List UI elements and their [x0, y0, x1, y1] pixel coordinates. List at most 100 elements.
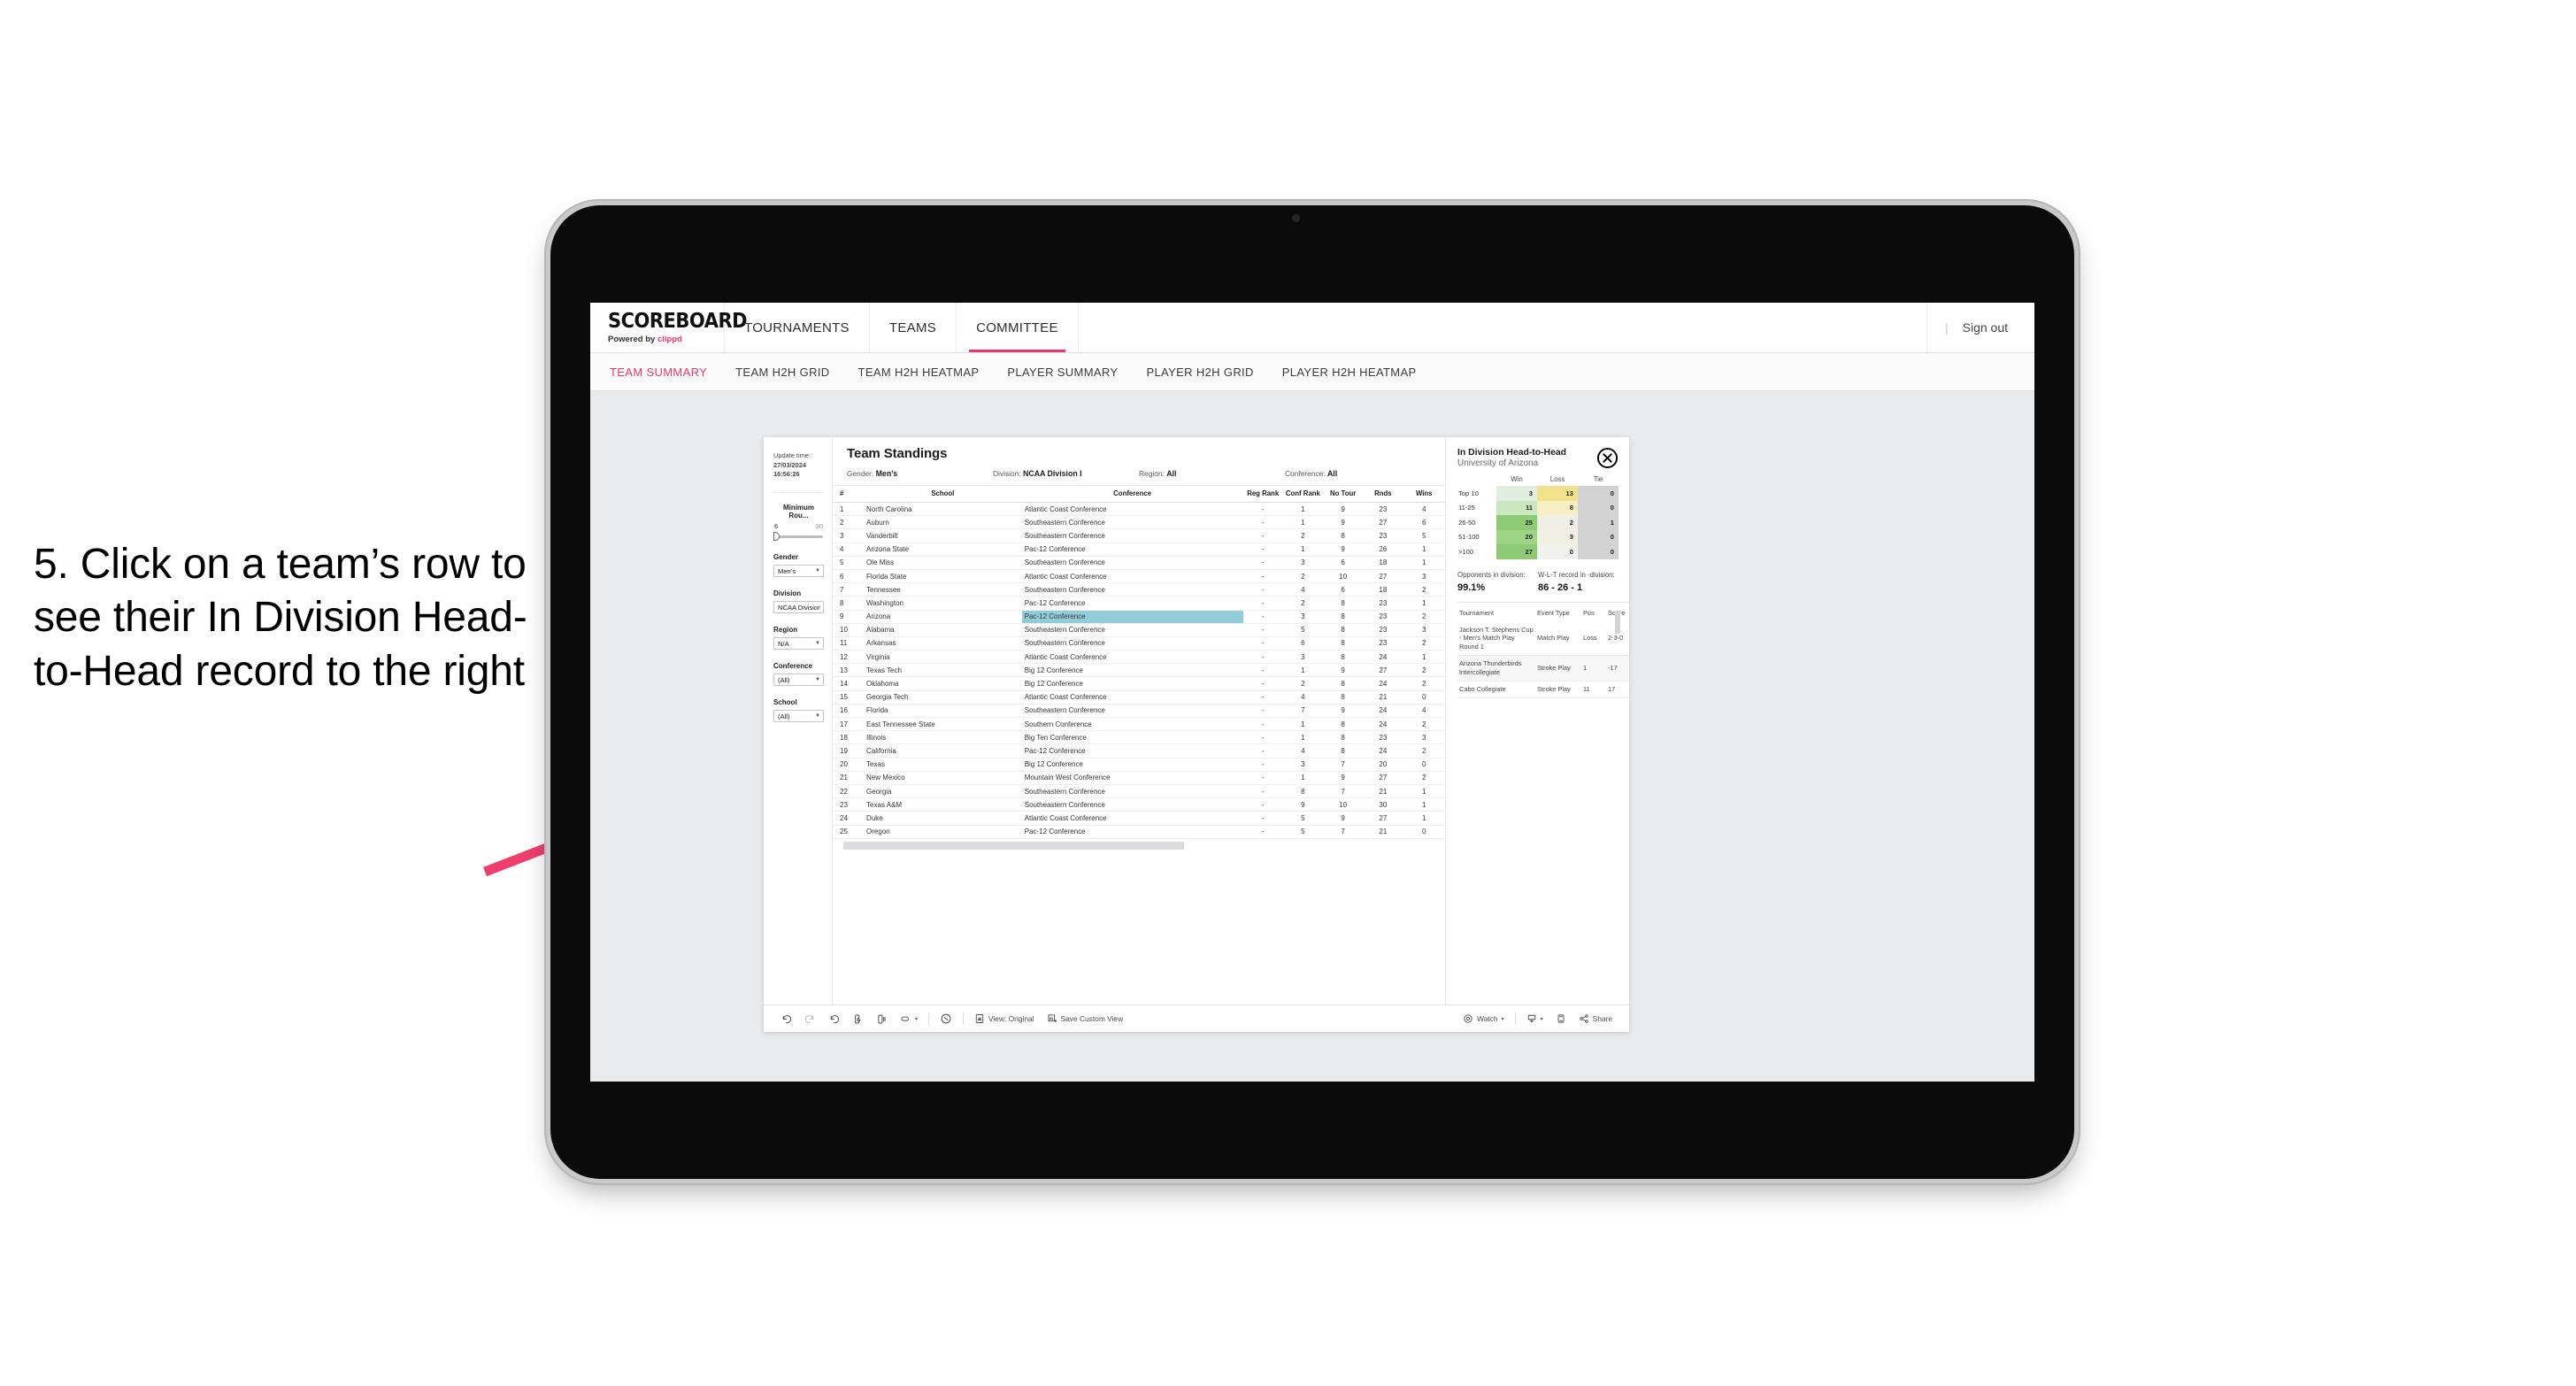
col-rank[interactable]: # — [833, 486, 865, 503]
filter-school-select[interactable]: (All) ▼ — [773, 710, 824, 723]
table-row[interactable]: 9 Arizona Pac-12 Conference -3 8 23 2 — [833, 610, 1445, 624]
table-row[interactable]: 22 Georgia Southeastern Conference -8 7 21 1 — [833, 784, 1445, 799]
cell-conf-rank: 1 — [1282, 730, 1323, 745]
cell-no-tour: 7 — [1323, 784, 1364, 799]
h2h-cell-tie: 0 — [1578, 529, 1619, 544]
redo-button[interactable] — [798, 1013, 822, 1025]
help-button[interactable] — [934, 1013, 958, 1025]
table-row[interactable]: 16 Florida Southeastern Conference -7 9 24 4 — [833, 704, 1445, 719]
nav-item-teams[interactable]: TEAMS — [870, 303, 957, 352]
brand-logo[interactable]: SCOREBOARD Powered by clippd — [590, 303, 748, 352]
cell-conf-rank: 4 — [1282, 690, 1323, 705]
table-row[interactable]: 14 Oklahoma Big 12 Conference -2 8 24 2 — [833, 676, 1445, 691]
revert-button[interactable] — [822, 1013, 846, 1025]
cell-school: Florida State — [864, 569, 1022, 584]
tab-player-summary[interactable]: PLAYER SUMMARY — [1007, 366, 1118, 379]
cell-school: Arizona — [864, 610, 1022, 624]
tab-team-summary[interactable]: TEAM SUMMARY — [610, 366, 707, 379]
horizontal-scrollbar[interactable] — [833, 838, 1445, 850]
close-circle-icon[interactable] — [1596, 447, 1619, 469]
refresh-data-button[interactable] — [846, 1013, 870, 1025]
scrollbar-thumb[interactable] — [843, 841, 1185, 850]
cell-school: Auburn — [864, 515, 1022, 530]
col-wins[interactable]: Wins — [1403, 486, 1445, 503]
list-item[interactable]: Arizona Thunderbirds Intercollegiate Stro… — [1457, 655, 1629, 682]
table-row[interactable]: 1 North Carolina Atlantic Coast Conference… — [833, 502, 1445, 517]
breadcrumb-gender-value: Men’s — [875, 469, 898, 478]
highlight-button[interactable]: ▾ — [894, 1013, 924, 1025]
table-row[interactable]: 6 Florida State Atlantic Coast Conference -… — [833, 569, 1445, 584]
table-row[interactable]: 8 Washington Pac-12 Conference -2 8 23 1 — [833, 596, 1445, 611]
cell-school: Virginia — [864, 650, 1022, 665]
cell-wins: 2 — [1403, 663, 1445, 678]
table-row[interactable]: 21 New Mexico Mountain West Conference -1 9 2… — [833, 771, 1445, 785]
tab-team-h2h-heatmap[interactable]: TEAM H2H HEATMAP — [858, 366, 980, 379]
filter-gender-select[interactable]: Men’s ▼ — [773, 565, 824, 578]
table-row[interactable]: 3 Vanderbilt Southeastern Conference -2 8 23 5 — [833, 528, 1445, 543]
filter-conference-select[interactable]: (All) ▼ — [773, 674, 824, 687]
table-row[interactable]: 15 Georgia Tech Atlantic Coast Conference -… — [833, 690, 1445, 705]
tab-player-h2h-grid[interactable]: PLAYER H2H GRID — [1146, 366, 1253, 379]
table-row[interactable]: 5 Ole Miss Southeastern Conference -3 6 18 1 — [833, 556, 1445, 570]
cell-conf-rank: 1 — [1282, 515, 1323, 530]
table-row[interactable]: 17 East Tennessee State Southern Conferenc… — [833, 717, 1445, 732]
table-row[interactable]: 18 Illinois Big Ten Conference -1 8 23 3 — [833, 730, 1445, 745]
watch-button[interactable]: Watch ▾ — [1457, 1013, 1510, 1024]
cell-rnds: 30 — [1363, 797, 1403, 812]
table-row[interactable]: 10 Alabama Southeastern Conference -5 8 23 3 — [833, 623, 1445, 637]
list-item[interactable]: Cabo Collegiate Stroke Play 11 17 — [1457, 681, 1629, 699]
undo-button[interactable] — [774, 1013, 798, 1025]
share-button[interactable]: Share — [1573, 1013, 1619, 1024]
col-no-tour[interactable]: No Tour — [1323, 486, 1364, 503]
table-row[interactable]: 12 Virginia Atlantic Coast Conference -3 8 24… — [833, 650, 1445, 665]
nav-item-committee[interactable]: COMMITTEE — [957, 303, 1079, 352]
h2h-row-label: 26-50 — [1458, 518, 1476, 527]
cell-reg-rank: - — [1242, 610, 1283, 624]
table-row[interactable]: 7 Tennessee Southeastern Conference -4 6 18 2 — [833, 582, 1445, 597]
min-rounds-slider[interactable] — [773, 532, 824, 542]
table-row[interactable]: 13 Texas Tech Big 12 Conference -1 9 27 2 — [833, 663, 1445, 678]
cell-conf-rank: 4 — [1282, 582, 1323, 597]
filter-division-label: Division — [773, 589, 802, 598]
save-custom-view-button[interactable]: Save Custom View — [1041, 1013, 1130, 1024]
nav-item-tournaments[interactable]: TOURNAMENTS — [725, 303, 870, 352]
col-reg-rank[interactable]: Reg Rank — [1242, 486, 1283, 503]
tab-player-h2h-heatmap[interactable]: PLAYER H2H HEATMAP — [1282, 366, 1417, 379]
download-button[interactable]: ▾ — [1520, 1013, 1549, 1024]
col-conf-rank[interactable]: Conf Rank — [1282, 486, 1323, 503]
table-row[interactable]: 4 Arizona State Pac-12 Conference -1 9 26 1 — [833, 543, 1445, 557]
h2h-col-loss: Loss — [1549, 475, 1565, 483]
table-row[interactable]: 19 California Pac-12 Conference -4 8 24 2 — [833, 743, 1445, 758]
cell-score: -17 — [1606, 655, 1629, 682]
tab-team-h2h-grid[interactable]: TEAM H2H GRID — [735, 366, 829, 379]
table-row[interactable]: 23 Texas A&M Southeastern Conference -9 10 30… — [833, 797, 1445, 812]
table-row[interactable]: 24 Duke Atlantic Coast Conference -5 9 27 1 — [833, 811, 1445, 826]
pause-updates-button[interactable] — [870, 1013, 894, 1025]
cell-event-type: Stroke Play — [1535, 655, 1581, 682]
col-rnds[interactable]: Rnds — [1363, 486, 1403, 503]
filter-division-select[interactable]: NCAA Division I — [773, 601, 824, 614]
table-row[interactable]: 20 Texas Big 12 Conference -3 7 20 0 — [833, 758, 1445, 772]
cell-no-tour: 10 — [1323, 569, 1364, 584]
cell-event-type: Match Play — [1535, 621, 1581, 657]
table-row[interactable]: 11 Arkansas Southeastern Conference -6 8 23 2 — [833, 636, 1445, 651]
sign-out-link[interactable]: Sign out — [1963, 320, 2008, 335]
h2h-matrix-row: 26-50 25 2 1 — [1457, 515, 1619, 530]
slider-handle[interactable] — [773, 532, 780, 542]
cell-conference: Atlantic Coast Conference — [1021, 811, 1243, 826]
col-conference[interactable]: Conference — [1021, 486, 1243, 503]
col-school[interactable]: School — [864, 486, 1022, 503]
cell-no-tour: 9 — [1323, 704, 1364, 719]
table-row[interactable]: 2 Auburn Southeastern Conference -1 9 27 6 — [833, 515, 1445, 530]
list-item[interactable]: Jackson T. Stephens Cup - Men’s Match Pl… — [1457, 621, 1629, 657]
cell-rank: 17 — [833, 717, 865, 732]
h2h-cell-win: 20 — [1496, 529, 1537, 544]
breadcrumb-region-value: All — [1166, 469, 1177, 478]
h2h-row-label: Top 10 — [1458, 489, 1479, 497]
fullscreen-button[interactable] — [1549, 1013, 1573, 1024]
filter-region-select[interactable]: N/A ▼ — [773, 637, 824, 651]
table-row[interactable]: 25 Oregon Pac-12 Conference -5 7 21 0 — [833, 825, 1445, 839]
cell-conference: Southeastern Conference — [1021, 797, 1243, 812]
view-original-button[interactable]: View: Original — [968, 1013, 1041, 1024]
tournament-scrollbar-thumb[interactable] — [1615, 610, 1620, 634]
